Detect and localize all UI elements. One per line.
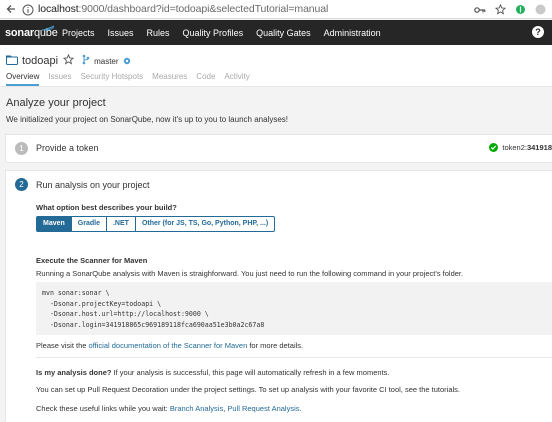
project-tabs: Overview Issues Security Hotspots Measur…	[6, 72, 259, 86]
branch-settings-gear-icon[interactable]	[123, 52, 131, 70]
nav-issues[interactable]: Issues	[108, 28, 134, 38]
branch-icon	[82, 52, 90, 70]
url-field[interactable]: localhost:9000/dashboard?id=todoapi&sele…	[38, 3, 328, 15]
token-status: token2: 341918	[489, 143, 552, 152]
project-icon	[6, 52, 18, 70]
site-info-icon[interactable]	[22, 3, 34, 16]
nav-quality-gates[interactable]: Quality Gates	[256, 28, 311, 38]
nav-rules[interactable]: Rules	[147, 28, 170, 38]
execute-scanner-heading: Execute the Scanner for Maven	[36, 256, 148, 265]
build-option-dotnet-button[interactable]: .NET	[106, 216, 136, 232]
tab-activity[interactable]: Activity	[224, 72, 249, 86]
step-number-badge: 1	[15, 142, 28, 155]
browser-address-bar: localhost:9000/dashboard?id=todoapi&sele…	[0, 0, 552, 19]
step-number-badge: 2	[15, 178, 28, 191]
tab-security-hotspots[interactable]: Security Hotspots	[80, 72, 143, 86]
check-circle-icon	[489, 143, 499, 152]
tab-issues[interactable]: Issues	[48, 72, 71, 86]
url-host: localhost	[38, 3, 79, 15]
visit-suffix: for more details.	[247, 341, 304, 350]
help-icon[interactable]: ?	[532, 26, 544, 38]
back-arrow-icon[interactable]	[4, 2, 18, 16]
tab-measures[interactable]: Measures	[152, 72, 187, 86]
analysis-done-note: Is my analysis done? If your analysis is…	[36, 368, 389, 377]
useful-links-prefix: Check these useful links while you wait:	[36, 404, 170, 413]
code-line: -Dsonar.login=341918865c969189118fca690a…	[42, 320, 265, 329]
pull-request-decoration-note: You can set up Pull Request Decoration u…	[36, 385, 460, 394]
token-value: 341918	[526, 143, 552, 152]
token-label: token2:	[502, 143, 527, 152]
step-provide-token[interactable]: 1 Provide a token token2: 341918	[5, 134, 552, 163]
project-header: todoapi master Overview Issues Security …	[0, 45, 552, 87]
scanner-documentation-link[interactable]: official documentation of the Scanner fo…	[89, 341, 248, 350]
tab-code[interactable]: Code	[196, 72, 215, 86]
build-option-gradle-button[interactable]: Gradle	[71, 216, 107, 232]
code-line: mvn sonar:sonar \	[42, 289, 110, 297]
useful-links: Check these useful links while you wait:…	[36, 404, 302, 413]
links-suffix: .	[299, 404, 302, 413]
step-title: Provide a token	[36, 143, 99, 153]
nav-quality-profiles[interactable]: Quality Profiles	[183, 28, 244, 38]
sonarqube-logo[interactable]: sonarqube	[5, 25, 58, 39]
build-option-question: What option best describes your build?	[36, 203, 177, 212]
extension-icon[interactable]	[515, 2, 526, 20]
section-divider	[36, 357, 552, 358]
logo-waves-icon	[41, 25, 55, 31]
nav-projects[interactable]: Projects	[62, 28, 95, 38]
code-line: -Dsonar.projectKey=todoapi \	[42, 299, 162, 308]
analysis-done-text: If your analysis is successful, this pag…	[111, 368, 390, 377]
visit-prefix: Please visit the	[36, 341, 89, 350]
analysis-done-question: Is my analysis done?	[36, 368, 112, 377]
build-option-button-group: Maven Gradle .NET Other (for JS, TS, Go,…	[36, 216, 276, 232]
documentation-note: Please visit the official documentation …	[36, 341, 303, 350]
step-title: Run analysis on your project	[36, 180, 150, 190]
bookmark-star-icon[interactable]	[494, 2, 507, 20]
project-title-row: todoapi master	[6, 52, 131, 70]
page-subtitle: We initialized your project on SonarQube…	[6, 115, 288, 124]
branch-name[interactable]: master	[94, 57, 118, 66]
step-run-analysis: 2 Run analysis on your project What opti…	[5, 170, 552, 422]
profile-icon[interactable]	[535, 2, 546, 20]
branch-analysis-link[interactable]: Branch Analysis	[170, 404, 223, 413]
top-navigation-bar: sonarqube Projects Issues Rules Quality …	[0, 20, 552, 45]
build-option-maven-button[interactable]: Maven	[36, 216, 72, 232]
logo-text-bold: sonar	[5, 26, 34, 39]
build-option-other-button[interactable]: Other (for JS, TS, Go, Python, PHP, ...)	[135, 216, 276, 232]
pull-request-analysis-link[interactable]: Pull Request Analysis	[227, 404, 299, 413]
nav-administration[interactable]: Administration	[324, 28, 381, 38]
command-code-block[interactable]: mvn sonar:sonar \ -Dsonar.projectKey=tod…	[36, 282, 552, 335]
key-icon[interactable]	[474, 2, 486, 20]
url-path: :9000/dashboard?id=todoapi&selectedTutor…	[78, 3, 329, 15]
favorite-star-icon[interactable]	[62, 52, 75, 70]
project-name[interactable]: todoapi	[22, 55, 58, 67]
execute-scanner-description: Running a SonarQube analysis with Maven …	[36, 269, 464, 278]
code-line: -Dsonar.host.url=http://localhost:9000 \	[42, 310, 209, 318]
tab-overview[interactable]: Overview	[6, 72, 40, 86]
page-title: Analyze your project	[6, 97, 106, 109]
browser-toolbar-icons	[474, 2, 546, 20]
